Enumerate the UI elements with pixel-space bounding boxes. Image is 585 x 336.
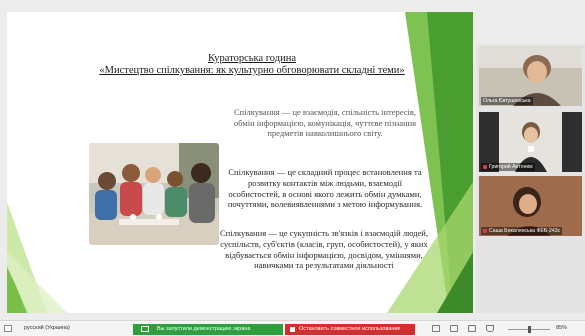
mic-muted-icon bbox=[483, 228, 487, 233]
app-window: Кураторська година «Мистецтво спілкуванн… bbox=[0, 0, 585, 336]
zoom-level[interactable]: 85% bbox=[556, 325, 567, 331]
video-tile[interactable]: Григорий Антонюк bbox=[479, 112, 582, 172]
screen-share-status: Вы запустили демонстрацию экрана bbox=[133, 324, 283, 335]
zoom-slider-handle[interactable] bbox=[528, 326, 531, 333]
bottom-toolbar: русский (Украина) Вы запустили демонстра… bbox=[0, 320, 585, 336]
stop-sharing-button[interactable]: Остановить совместное использование bbox=[285, 324, 415, 335]
video-tile[interactable]: Саша Бокалянська ФЕБ-243с bbox=[479, 176, 582, 236]
participant-name: Ольга Євтушевська bbox=[481, 97, 533, 105]
slide-title-line1: Кураторська година bbox=[208, 53, 296, 64]
screen-share-icon bbox=[141, 326, 149, 332]
reading-view-icon[interactable] bbox=[468, 325, 476, 332]
video-tile[interactable]: Ольга Євтушевська bbox=[479, 46, 582, 106]
paragraph-definition-2: Спілкування — це складний процес встанов… bbox=[227, 167, 423, 210]
normal-view-icon[interactable] bbox=[432, 325, 440, 332]
slide-sorter-icon[interactable] bbox=[450, 325, 458, 332]
language-indicator[interactable]: русский (Украина) bbox=[24, 325, 70, 331]
presentation-slide: Кураторська година «Мистецтво спілкуванн… bbox=[7, 12, 473, 313]
group-photo bbox=[89, 143, 219, 245]
paragraph-definition-3: Спілкування — це сукупність зв'язків і в… bbox=[219, 228, 429, 271]
participants-video-panel: Ольга Євтушевська Григорий Антонюк Саша bbox=[476, 44, 585, 313]
participant-name: Григорий Антонюк bbox=[481, 163, 535, 171]
slide-title-line2: «Мистецтво спілкування: як культурно обг… bbox=[99, 65, 405, 76]
slide-title: Кураторська година «Мистецтво спілкуванн… bbox=[67, 53, 437, 77]
screen-share-label: Вы запустили демонстрацию экрана bbox=[157, 326, 251, 332]
slideshow-icon[interactable] bbox=[486, 325, 494, 332]
keyboard-icon[interactable] bbox=[4, 325, 12, 332]
participant-name: Саша Бокалянська ФЕБ-243с bbox=[481, 227, 563, 235]
stop-icon bbox=[290, 327, 295, 332]
stop-sharing-label: Остановить совместное использование bbox=[299, 326, 401, 332]
mic-muted-icon bbox=[483, 164, 487, 169]
paragraph-definition-1: Спілкування — це взаємодія, спільність і… bbox=[233, 107, 417, 138]
